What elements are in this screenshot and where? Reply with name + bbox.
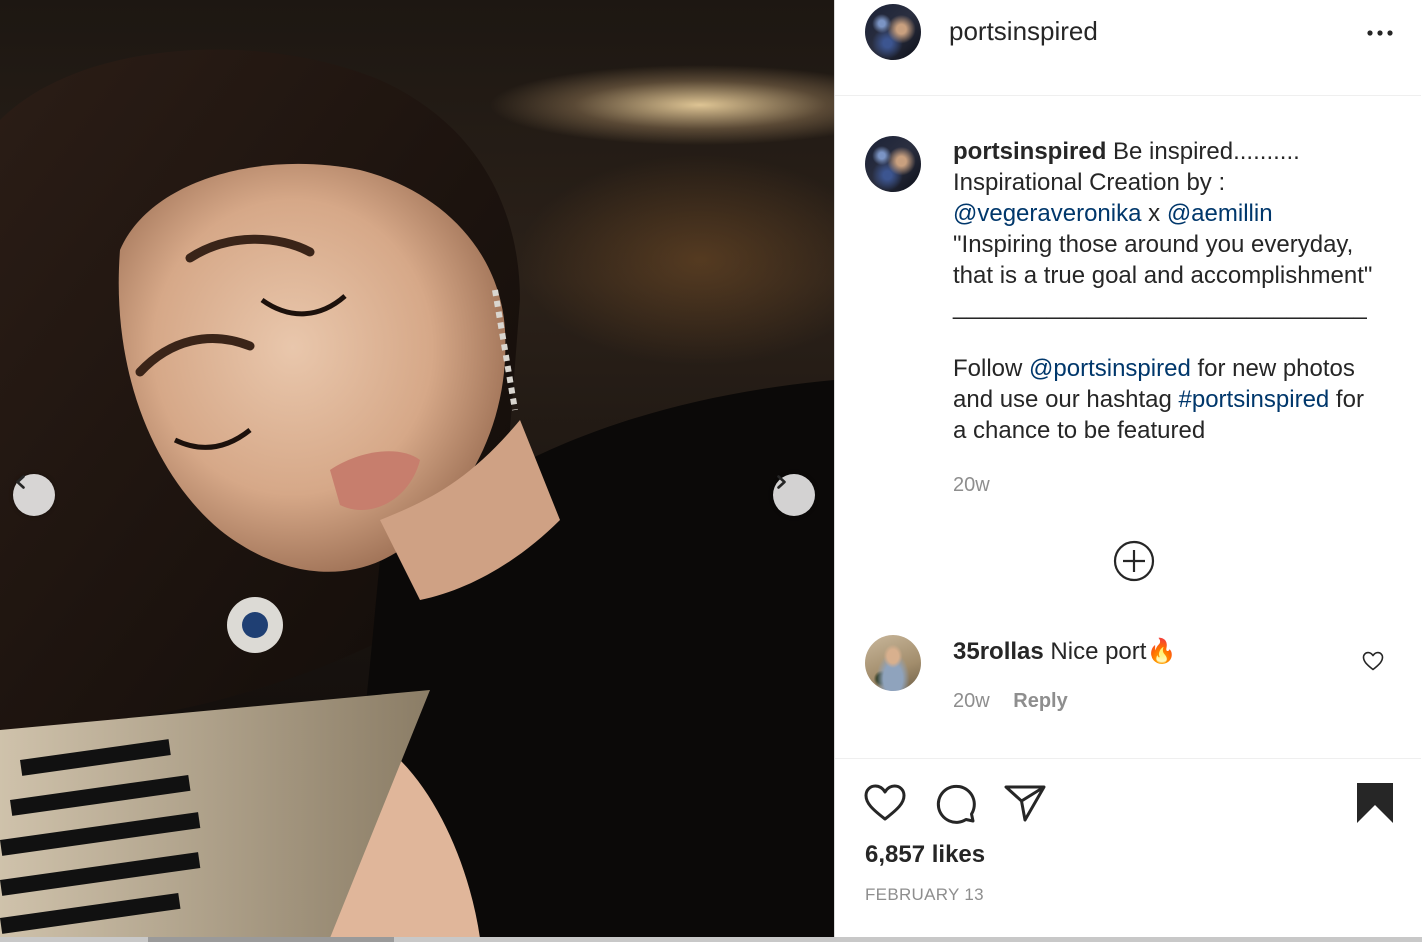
caption-timestamp[interactable]: 20w — [953, 470, 1403, 501]
post-header: portsinspired — [835, 0, 1421, 96]
caption-line1: Be inspired.......... — [1106, 138, 1300, 165]
caption-use-prefix: and use our hashtag — [953, 386, 1179, 413]
reply-button[interactable]: Reply — [1013, 690, 1067, 712]
post-caption: portsinspired Be inspired.......... Insp… — [953, 136, 1403, 501]
carousel-prev-button[interactable] — [13, 474, 55, 516]
comment-timestamp[interactable]: 20w — [953, 690, 990, 712]
caption-last-line: a chance to be featured — [953, 417, 1206, 444]
post-date[interactable]: FEBRUARY 13 — [865, 885, 984, 905]
caption-line2: Inspirational Creation by : — [953, 169, 1226, 196]
caption-username[interactable]: portsinspired — [953, 138, 1106, 165]
comment-body: Nice port🔥 — [1043, 638, 1177, 665]
comment-meta: 20w Reply — [953, 690, 1068, 713]
caption-avatar[interactable] — [865, 136, 921, 192]
post-photo[interactable] — [0, 0, 834, 938]
owner-avatar[interactable] — [865, 4, 921, 60]
caption-follow-prefix: Follow — [953, 355, 1030, 382]
chevron-right-icon — [777, 475, 786, 489]
caption-x: x — [1141, 200, 1167, 227]
horizontal-scrollbar[interactable] — [0, 937, 1422, 942]
post-viewer: portsinspired portsinspired Be inspired.… — [0, 0, 1422, 942]
mention-aemillin[interactable]: @aemillin — [1167, 200, 1273, 227]
commenter-avatar[interactable] — [865, 635, 921, 691]
heart-icon[interactable] — [863, 781, 907, 825]
plus-circle-icon[interactable] — [1113, 540, 1155, 582]
bookmark-icon[interactable] — [1355, 781, 1395, 825]
chevron-left-icon — [16, 475, 25, 489]
caption-quote2: that is a true goal and accomplishment" — [953, 262, 1373, 289]
comment-username[interactable]: 35rollas — [953, 638, 1044, 665]
comment: 35rollas Nice port🔥 — [953, 636, 1353, 667]
paper-plane-icon[interactable] — [1003, 781, 1047, 825]
mention-vegeraveronika[interactable]: @vegeraveronika — [953, 200, 1141, 227]
comment-icon[interactable] — [933, 781, 977, 825]
scrollbar-thumb[interactable] — [148, 937, 394, 942]
mention-portsinspired[interactable]: @portsinspired — [1029, 355, 1191, 382]
caption-quote1: "Inspiring those around you everyday, — [953, 231, 1354, 258]
post-actions: 6,857 likes FEBRUARY 13 — [835, 758, 1421, 938]
caption-follow-suffix: for new photos — [1190, 355, 1355, 382]
post-side-panel: portsinspired portsinspired Be inspired.… — [834, 0, 1421, 938]
more-horizontal-icon[interactable] — [1363, 24, 1397, 42]
heart-icon[interactable] — [1361, 649, 1385, 673]
carousel-next-button[interactable] — [773, 474, 815, 516]
post-username[interactable]: portsinspired — [949, 16, 1098, 47]
caption-divider: _______________________________ — [953, 293, 1367, 320]
caption-use-suffix: for — [1329, 386, 1364, 413]
portrait-illustration — [0, 49, 834, 938]
likes-count[interactable]: 6,857 likes — [865, 841, 985, 869]
hashtag-portsinspired[interactable]: #portsinspired — [1179, 386, 1330, 413]
